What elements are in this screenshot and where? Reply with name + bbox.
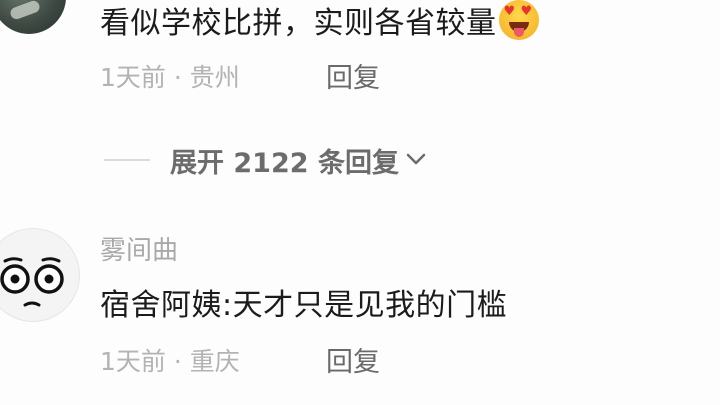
comment-text: 宿舍阿姨:天才只是见我的门槛 — [100, 288, 508, 323]
chevron-down-icon — [406, 153, 426, 165]
expand-replies-label: 展开 2122 条回复 — [170, 147, 399, 179]
username[interactable]: 雾间曲 — [100, 230, 178, 267]
comment-time: 1天前 — [100, 347, 166, 376]
comment-body: 看似学校比拼，实则各省较量 — [100, 6, 497, 41]
emoji-tongue — [513, 28, 524, 37]
expand-replies-button[interactable]: 展开 2122 条回复 — [104, 140, 427, 180]
heart-icon: ♥ — [520, 4, 533, 19]
meta-separator: · — [173, 63, 182, 92]
comment-meta: 1天前 · 贵州 — [100, 58, 240, 94]
shocked-face-icon — [0, 257, 64, 307]
divider-line — [104, 159, 150, 161]
heart-eyes-emoji-icon: ♥ ♥ — [498, 0, 539, 40]
reply-button[interactable]: 回复 — [326, 340, 380, 379]
avatar[interactable] — [0, 228, 80, 322]
comment-location: 重庆 — [189, 347, 240, 376]
heart-icon: ♥ — [503, 4, 516, 19]
comment-text: 看似学校比拼，实则各省较量 ♥ ♥ — [100, 0, 539, 42]
comment-time: 1天前 — [100, 63, 166, 92]
avatar[interactable] — [0, 0, 66, 34]
comment-list: 看似学校比拼，实则各省较量 ♥ ♥ 1天前 · 贵州 回复 展开 2122 条回… — [0, 0, 720, 405]
reply-button[interactable]: 回复 — [326, 56, 380, 95]
comment-meta: 1天前 · 重庆 — [100, 342, 240, 378]
comment-location: 贵州 — [189, 63, 240, 92]
meta-separator: · — [173, 347, 182, 376]
